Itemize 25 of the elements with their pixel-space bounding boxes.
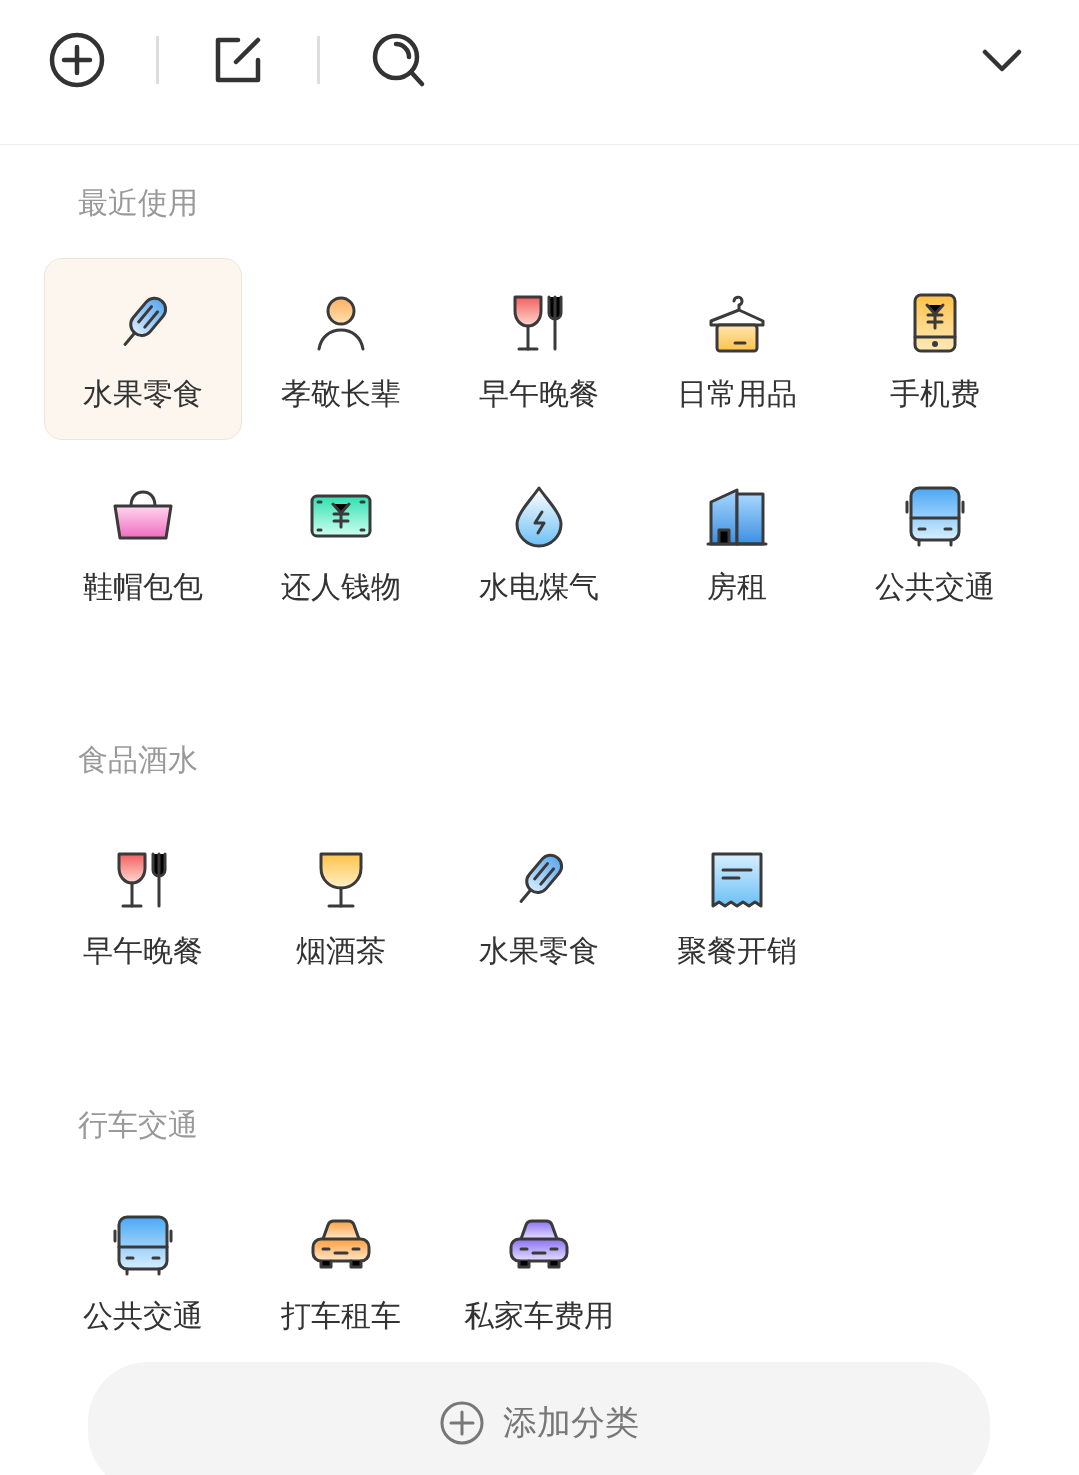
add-icon xyxy=(439,1400,485,1446)
category-item[interactable]: 孝敬长辈 xyxy=(242,258,440,440)
category-item[interactable]: 还人钱物 xyxy=(242,451,440,633)
category-item[interactable]: 打车租车 xyxy=(242,1180,440,1362)
add-icon[interactable] xyxy=(48,31,106,89)
category-item[interactable]: 日常用品 xyxy=(638,258,836,440)
section-title: 行车交通 xyxy=(77,1110,199,1140)
section-title: 最近使用 xyxy=(77,188,199,218)
bus-icon xyxy=(903,484,967,548)
category-item[interactable]: 早午晚餐 xyxy=(440,258,638,440)
category-item[interactable]: 水电煤气 xyxy=(440,451,638,633)
category-item[interactable]: 手机费 xyxy=(836,258,1034,440)
category-item[interactable]: 水果零食 xyxy=(440,815,638,997)
category-item[interactable]: 房租 xyxy=(638,451,836,633)
section-title: 食品酒水 xyxy=(77,745,199,775)
category-item[interactable]: 私家车费用 xyxy=(440,1180,638,1362)
add-category-button[interactable]: 添加分类 xyxy=(88,1362,990,1475)
category-item[interactable]: 公共交通 xyxy=(836,451,1034,633)
category-item[interactable]: 聚餐开销 xyxy=(638,815,836,997)
category-item[interactable]: 早午晚餐 xyxy=(44,815,242,997)
category-item[interactable]: 鞋帽包包 xyxy=(44,451,242,633)
category-item[interactable]: 水果零食 xyxy=(44,258,242,440)
category-item[interactable]: 公共交通 xyxy=(44,1180,242,1362)
category-item[interactable]: 烟酒茶 xyxy=(242,815,440,997)
bus-icon xyxy=(111,1213,175,1277)
